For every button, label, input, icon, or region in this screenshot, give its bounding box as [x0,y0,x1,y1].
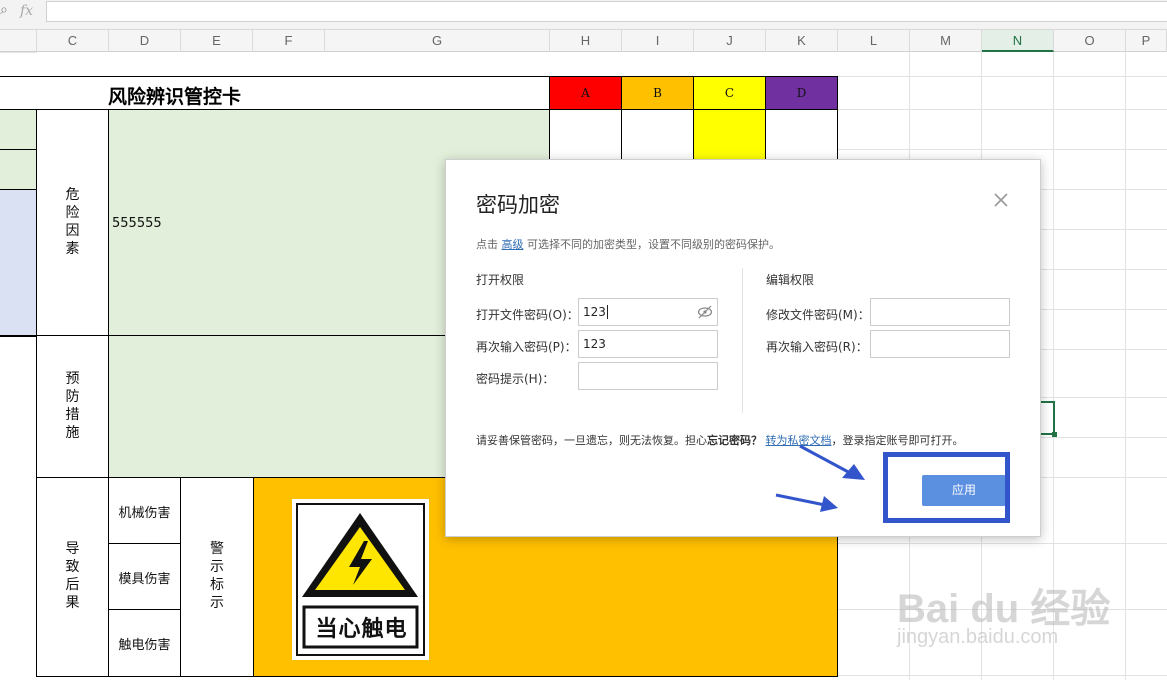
warning-label: 警示标示 [210,541,224,611]
fill-handle[interactable] [1052,432,1057,437]
consequence-item-1[interactable]: 机械伤害 [108,477,181,544]
formula-input[interactable] [46,1,1167,22]
level-b-cell[interactable]: B [621,76,694,110]
eye-hidden-icon[interactable] [697,299,713,334]
consequence-label-cell[interactable]: 导致后果 [36,477,109,677]
consequence-item-3[interactable]: 触电伤害 [108,609,181,677]
edit-reenter-input[interactable] [870,330,1010,358]
left-cell-3[interactable] [0,190,37,336]
annotation-highlight-box [883,452,1010,523]
open-password-input[interactable]: 123 [578,298,718,326]
level-a-cell[interactable]: A [549,76,622,110]
column-header-m[interactable]: M [910,30,982,52]
card-title: 风险辨识管控卡 [108,86,242,108]
password-hint-input[interactable] [578,362,718,390]
column-header-d[interactable]: D [109,30,181,52]
fx-icon[interactable]: fx [20,3,33,19]
divider [742,268,743,413]
password-hint-label: 密码提示(H)： [476,372,555,386]
column-header-p[interactable]: P [1126,30,1167,52]
edit-reenter-label: 再次输入密码(R)： [766,340,868,354]
watermark-url: jingyan.baidu.com [897,626,1059,648]
warning-label-cell[interactable]: 警示标示 [180,477,254,677]
column-header-g[interactable]: G [325,30,550,52]
risk-factor-label-cell[interactable]: 危险因素 [36,109,109,336]
warning-sign: 当心触电 [292,499,429,660]
hint-line: 点击 高级 可选择不同的加密类型，设置不同级别的密码保护。 [476,238,780,251]
level-c-cell[interactable]: C [693,76,766,110]
edit-permission-heading: 编辑权限 [766,273,815,287]
annotation-arrow-icon [775,444,865,512]
column-header-j[interactable]: J [694,30,766,52]
dialog-title: 密码加密 [476,193,560,217]
column-header-n[interactable]: N [982,30,1054,52]
left-cell-1[interactable] [0,110,37,150]
prevention-label: 预防措施 [65,371,80,441]
warning-sign-text: 当心触电 [315,617,408,642]
risk-factor-value: 555555 [112,216,162,231]
reenter-password-label: 再次输入密码(P)： [476,340,577,354]
formula-bar: ⌕ fx [0,0,1167,30]
prevention-label-cell[interactable]: 预防措施 [36,335,109,478]
level-d-cell[interactable]: D [765,76,838,110]
selected-cell[interactable] [1040,401,1055,435]
zoom-search-icon[interactable]: ⌕ [0,2,8,18]
column-header-i[interactable]: I [622,30,694,52]
column-header-e[interactable]: E [181,30,253,52]
column-header-c[interactable]: C [37,30,109,52]
title-cell[interactable]: 风险辨识管控卡 [0,76,550,110]
column-header-l[interactable]: L [838,30,910,52]
advanced-link[interactable]: 高级 [502,238,524,251]
edit-password-input[interactable] [870,298,1010,326]
left-cell-4[interactable] [0,336,37,478]
open-permission-heading: 打开权限 [476,273,525,287]
risk-factor-label: 危险因素 [65,187,80,257]
forget-warning-line: 请妥善保管密码，一旦遗忘，则无法恢复。担心忘记密码？ 转为私密文档，登录指定账号… [476,434,964,447]
column-header-o[interactable]: O [1054,30,1126,52]
column-header-b[interactable] [0,30,37,52]
consequence-label: 导致后果 [65,541,80,611]
consequence-item-2[interactable]: 模具伤害 [108,543,181,610]
column-header-f[interactable]: F [253,30,325,52]
close-icon[interactable] [991,190,1011,210]
reenter-password-input[interactable]: 123 [578,330,718,358]
column-header-k[interactable]: K [766,30,838,52]
column-header-h[interactable]: H [550,30,622,52]
left-cell-2[interactable] [0,150,37,190]
open-password-label: 打开文件密码(O)： [476,308,579,322]
edit-password-label: 修改文件密码(M)： [766,308,870,322]
column-header-bar: C D E F G H I J K L M N O P [0,30,1167,52]
